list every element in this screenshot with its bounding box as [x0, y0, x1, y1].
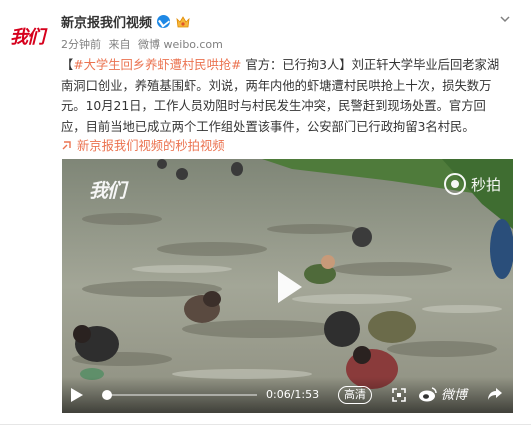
- post-meta: 2分钟前 来自 微博 weibo.com: [61, 36, 227, 52]
- video-link-icon: [61, 139, 73, 151]
- play-button[interactable]: [268, 267, 308, 307]
- vip-crown-icon: [175, 14, 191, 28]
- miaopai-label: 秒拍: [470, 175, 501, 194]
- video-link-text: 新京报我们视频的秒拍视频: [77, 139, 225, 153]
- weibo-brand: 微博: [418, 384, 467, 403]
- post-time[interactable]: 2分钟前: [61, 38, 101, 51]
- video-player[interactable]: 我们 秒拍 0:06/1:53 高清 微博: [62, 159, 513, 413]
- progress-thumb[interactable]: [102, 390, 112, 400]
- progress-bar[interactable]: [102, 390, 257, 400]
- author-avatar[interactable]: 我们: [7, 14, 53, 60]
- share-icon[interactable]: [487, 386, 503, 402]
- text-open: 【: [61, 58, 74, 72]
- post-text-line2: 南洞口创业，养殖基围虾。刘说，两年内他的虾塘遭村民哄抢上十次，损失数万: [61, 78, 492, 93]
- post-text-line4: 应，目前当地已成立两个工作组处置该事件，公安部门已行政拘留3名村民。: [61, 119, 475, 134]
- source-prefix: 来自: [108, 38, 131, 51]
- video-controls: 0:06/1:53 高清 微博: [62, 377, 513, 413]
- miaopai-eye-icon: [443, 173, 466, 195]
- weibo-logo-icon: [419, 386, 437, 401]
- video-time: 0:06/1:53: [266, 388, 320, 401]
- post-text-line1: 官方：已行拘3人】刘正轩大学毕业后回老家湖: [241, 58, 500, 72]
- card-divider: [0, 424, 531, 425]
- topic-link[interactable]: #大学生回乡养虾遭村民哄抢#: [73, 58, 241, 72]
- post-text-line3: 元。10月21日，工作人员劝阻时与村民发生冲突，民警赶到现场处置。官方回: [61, 99, 486, 113]
- avatar-logo: 我们: [10, 27, 45, 48]
- quality-button[interactable]: 高清: [338, 386, 372, 404]
- fullscreen-icon[interactable]: [392, 387, 406, 402]
- chevron-down-icon[interactable]: [499, 10, 511, 23]
- video-link[interactable]: 新京报我们视频的秒拍视频: [61, 136, 225, 154]
- weibo-label: 微博: [441, 388, 468, 403]
- miaopai-watermark: 秒拍: [443, 173, 501, 195]
- weibo-post-card: 我们 新京报我们视频 2分钟前 来自 微博 weibo.com 【#大学生回乡养…: [0, 0, 531, 427]
- video-watermark-logo: 我们: [89, 180, 126, 202]
- post-body: 【#大学生回乡养虾遭村民哄抢# 官方：已行拘3人】刘正轩大学毕业后回老家湖 南洞…: [61, 55, 519, 137]
- author-row: 新京报我们视频: [61, 10, 191, 32]
- verified-icon: [157, 14, 171, 28]
- post-source[interactable]: 微博 weibo.com: [138, 38, 223, 51]
- play-icon[interactable]: [70, 387, 84, 403]
- author-name[interactable]: 新京报我们视频: [61, 12, 152, 31]
